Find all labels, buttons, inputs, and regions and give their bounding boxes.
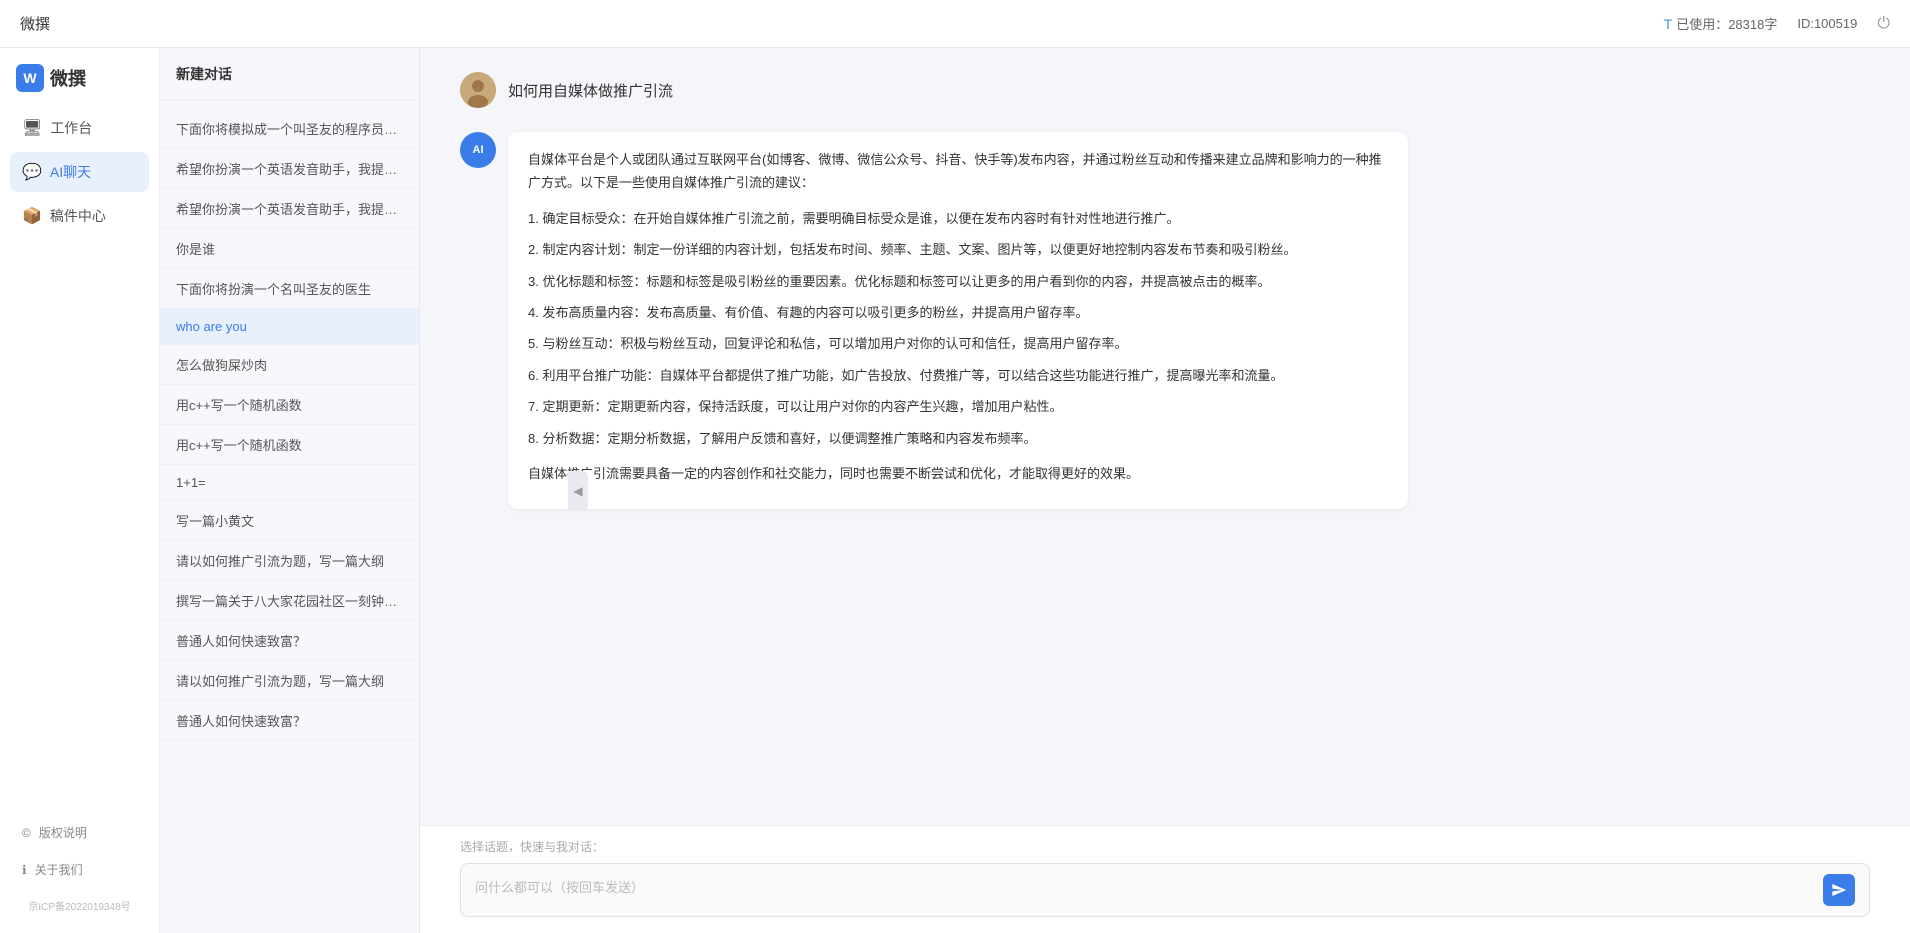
chat-input-area: 选择话题，快速与我对话： xyxy=(420,825,1910,933)
id-label: ID:100519 xyxy=(1797,16,1857,31)
logo-w-icon: W xyxy=(16,64,44,92)
logo-text: 微撰 xyxy=(50,65,86,91)
sidebar-nav: 🖥 工作台 💬 AI聊天 📦 稿件中心 xyxy=(0,108,159,816)
usage-icon: T xyxy=(1664,16,1673,32)
chat-messages: 如何用自媒体做推广引流 AI 自媒体平台是个人或团队通过互联网平台(如博客、微博… xyxy=(420,48,1910,825)
ai-message-row: AI 自媒体平台是个人或团队通过互联网平台(如博客、微博、微信公众号、抖音、快手… xyxy=(460,132,1870,509)
history-list: 下面你将模拟成一个叫圣友的程序员，我说...希望你扮演一个英语发音助手，我提供给… xyxy=(160,101,419,933)
workbench-icon: 🖥 xyxy=(22,118,42,138)
copyright-icon: © xyxy=(22,826,31,840)
sidebar-footer: © 版权说明 ℹ 关于我们 京ICP备2022019348号 xyxy=(0,816,159,917)
history-item[interactable]: 撰写一篇关于八大家花园社区一刻钟便民生... xyxy=(160,581,419,621)
about-icon: ℹ xyxy=(22,863,27,877)
chat-area: 如何用自媒体做推广引流 AI 自媒体平台是个人或团队通过互联网平台(如博客、微博… xyxy=(420,48,1910,933)
ai-point: 6. 利用平台推广功能：自媒体平台都提供了推广功能，如广告投放、付费推广等，可以… xyxy=(528,364,1388,387)
chat-input[interactable] xyxy=(475,878,1815,902)
history-item[interactable]: who are you xyxy=(160,309,419,345)
history-item[interactable]: 写一篇小黄文 xyxy=(160,501,419,541)
ai-point: 2. 制定内容计划：制定一份详细的内容计划，包括发布时间、频率、主题、文案、图片… xyxy=(528,238,1388,261)
usage-display: T 已使用：28318字 xyxy=(1664,14,1778,33)
ai-conclusion: 自媒体推广引流需要具备一定的内容创作和社交能力，同时也需要不断尝试和优化，才能取… xyxy=(528,462,1388,485)
history-item[interactable]: 普通人如何快速致富？ xyxy=(160,621,419,661)
sidebar-item-label-workbench: 工作台 xyxy=(50,118,92,138)
main-layout: W 微撰 🖥 工作台 💬 AI聊天 📦 稿件中心 © 版权说明 ℹ xyxy=(0,48,1910,933)
history-item[interactable]: 请以如何推广引流为题，写一篇大纲 xyxy=(160,541,419,581)
icp-text: 京ICP备2022019348号 xyxy=(10,890,149,917)
history-item[interactable]: 下面你将模拟成一个叫圣友的程序员，我说... xyxy=(160,109,419,149)
sidebar-item-label-components: 稿件中心 xyxy=(50,206,106,226)
sidebar-item-about[interactable]: ℹ 关于我们 xyxy=(10,853,149,886)
ai-point: 7. 定期更新：定期更新内容，保持活跃度，可以让用户对你的内容产生兴趣，增加用户… xyxy=(528,395,1388,418)
usage-label: 已使用：28318字 xyxy=(1676,14,1777,33)
history-item[interactable]: 你是谁 xyxy=(160,229,419,269)
sidebar: W 微撰 🖥 工作台 💬 AI聊天 📦 稿件中心 © 版权说明 ℹ xyxy=(0,48,160,933)
send-icon xyxy=(1831,882,1847,898)
history-item[interactable]: 用c++写一个随机函数 xyxy=(160,425,419,465)
sidebar-logo: W 微撰 xyxy=(0,64,159,108)
ai-points: 1. 确定目标受众：在开始自媒体推广引流之前，需要明确目标受众是谁，以便在发布内… xyxy=(528,207,1388,450)
sidebar-item-copyright[interactable]: © 版权说明 xyxy=(10,816,149,849)
sidebar-item-ai-chat[interactable]: 💬 AI聊天 xyxy=(10,152,149,192)
ai-point: 4. 发布高质量内容：发布高质量、有价值、有趣的内容可以吸引更多的粉丝，并提高用… xyxy=(528,301,1388,324)
ai-chat-icon: 💬 xyxy=(22,162,42,182)
collapse-button[interactable]: ◀ xyxy=(568,471,588,511)
user-avatar xyxy=(460,72,496,108)
sidebar-item-workbench[interactable]: 🖥 工作台 xyxy=(10,108,149,148)
topbar-right: T 已使用：28318字 ID:100519 ⏻ xyxy=(1664,14,1890,33)
sidebar-item-components[interactable]: 📦 稿件中心 xyxy=(10,196,149,236)
history-item[interactable]: 请以如何推广引流为题，写一篇大纲 xyxy=(160,661,419,701)
sidebar-footer-label-about: 关于我们 xyxy=(35,861,83,878)
history-item[interactable]: 下面你将扮演一个名叫圣友的医生 xyxy=(160,269,419,309)
history-item[interactable]: 怎么做狗屎炒肉 xyxy=(160,345,419,385)
ai-point: 5. 与粉丝互动：积极与粉丝互动，回复评论和私信，可以增加用户对你的认可和信任，… xyxy=(528,332,1388,355)
history-panel: 新建对话 下面你将模拟成一个叫圣友的程序员，我说...希望你扮演一个英语发音助手… xyxy=(160,48,420,933)
power-icon[interactable]: ⏻ xyxy=(1877,15,1890,33)
input-wrapper xyxy=(460,863,1870,917)
history-item[interactable]: 普通人如何快速致富？ xyxy=(160,701,419,741)
send-button[interactable] xyxy=(1823,874,1855,906)
topbar-title: 微撰 xyxy=(20,13,50,34)
history-item[interactable]: 希望你扮演一个英语发音助手，我提供给你... xyxy=(160,149,419,189)
sidebar-footer-label-copyright: 版权说明 xyxy=(39,824,87,841)
ai-intro: 自媒体平台是个人或团队通过互联网平台(如博客、微博、微信公众号、抖音、快手等)发… xyxy=(528,148,1388,195)
topbar: 微撰 T 已使用：28318字 ID:100519 ⏻ xyxy=(0,0,1910,48)
user-message-text: 如何用自媒体做推广引流 xyxy=(508,72,673,112)
history-item[interactable]: 用c++写一个随机函数 xyxy=(160,385,419,425)
quick-select-label: 选择话题，快速与我对话： xyxy=(460,838,1870,855)
history-item[interactable]: 希望你扮演一个英语发音助手，我提供给你... xyxy=(160,189,419,229)
sidebar-item-label-ai-chat: AI聊天 xyxy=(50,162,91,182)
ai-avatar: AI xyxy=(460,132,496,168)
ai-point: 3. 优化标题和标签：标题和标签是吸引粉丝的重要因素。优化标题和标签可以让更多的… xyxy=(528,270,1388,293)
components-icon: 📦 xyxy=(22,206,42,226)
ai-point: 8. 分析数据：定期分析数据，了解用户反馈和喜好，以便调整推广策略和内容发布频率… xyxy=(528,427,1388,450)
ai-message-bubble: 自媒体平台是个人或团队通过互联网平台(如博客、微博、微信公众号、抖音、快手等)发… xyxy=(508,132,1408,509)
user-message-row: 如何用自媒体做推广引流 xyxy=(460,72,1870,112)
history-item[interactable]: 1+1= xyxy=(160,465,419,501)
ai-point: 1. 确定目标受众：在开始自媒体推广引流之前，需要明确目标受众是谁，以便在发布内… xyxy=(528,207,1388,230)
new-chat-button[interactable]: 新建对话 xyxy=(160,48,419,101)
